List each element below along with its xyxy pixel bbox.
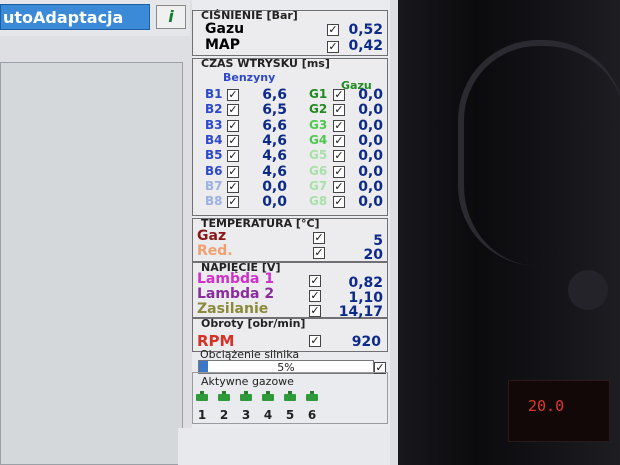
voltage-lambda1-checkbox[interactable]: ✓ [309, 275, 321, 287]
pressure-gas-value: 0,52 [348, 22, 383, 38]
parameters-panel: CIŚNIENIE [Bar] Gazu ✓ 0,52 MAP ✓ 0,42 C… [192, 0, 390, 465]
active-gas-title: Aktywne gazowe [201, 375, 294, 388]
voltage-supply-label: Zasilanie [197, 301, 269, 317]
monitor-bezel-and-dashboard [398, 0, 620, 465]
temperature-reducer-checkbox[interactable]: ✓ [313, 247, 325, 259]
info-icon: i [168, 7, 174, 26]
petrol-injector-checkbox-5[interactable]: ✓ [227, 150, 239, 163]
gas-injector-label-3: G3 [309, 117, 328, 132]
gas-injector-label-5: G5 [309, 148, 328, 163]
gas-injector-value-8: 0,0 [358, 194, 383, 211]
gas-injector-value-6: 0,0 [358, 163, 383, 180]
temperature-gas-checkbox[interactable]: ✓ [313, 232, 325, 244]
petrol-injector-value-2: 6,5 [262, 102, 287, 119]
petrol-injector-value-4: 4,6 [262, 132, 287, 149]
voltage-supply-checkbox[interactable]: ✓ [309, 305, 321, 317]
petrol-injector-value-6: 4,6 [262, 163, 287, 180]
voltage-lambda2-checkbox[interactable]: ✓ [309, 290, 321, 302]
petrol-injector-checkbox-4[interactable]: ✓ [227, 134, 239, 147]
gas-cylinder-number-6: 6 [307, 408, 317, 422]
pressure-map-value: 0,42 [348, 38, 383, 54]
gas-cylinder-number-2: 2 [219, 408, 229, 422]
gas-cylinder-icon-3 [240, 391, 252, 401]
gas-cylinder-icon-1 [196, 391, 208, 401]
pressure-map-checkbox[interactable]: ✓ [327, 41, 339, 53]
left-content-pane [0, 62, 183, 465]
gas-injector-label-4: G4 [309, 132, 328, 147]
gas-injector-value-1: 0,0 [358, 87, 383, 103]
temperature-group: TEMPERATURA [°C] Gaz ✓ 5 Red. ✓ 20 [192, 217, 388, 263]
temperature-reducer-value: 20 [363, 247, 383, 263]
gas-injector-label-2: G2 [309, 102, 328, 117]
gas-cylinder-number-1: 1 [197, 408, 207, 422]
pressure-gas-label: Gazu [205, 21, 245, 37]
gas-injector-value-7: 0,0 [358, 178, 383, 195]
gas-injector-value-2: 0,0 [358, 102, 383, 119]
petrol-injector-checkbox-3[interactable]: ✓ [227, 119, 239, 132]
steering-wheel [458, 40, 620, 266]
petrol-injector-label-7: B7 [205, 178, 223, 193]
voltage-lambda2-label: Lambda 2 [197, 286, 275, 302]
petrol-injector-checkbox-7[interactable]: ✓ [227, 180, 239, 193]
petrol-injector-checkbox-8[interactable]: ✓ [227, 196, 239, 209]
voltage-group: NAPIĘCIE [V] Lambda 1 ✓ 0,82 Lambda 2 ✓ … [192, 261, 388, 320]
petrol-injector-label-5: B5 [205, 148, 223, 163]
gas-cylinder-icon-5 [284, 391, 296, 401]
pressure-map-label: MAP [205, 37, 241, 53]
injection-group: CZAS WTRYSKU [ms] Benzyny Gazu B1 ✓ 6,6 G1 ✓… [192, 57, 388, 216]
gas-injector-label-6: G6 [309, 163, 328, 178]
gas-injector-value-3: 0,0 [358, 117, 383, 134]
top-toolbar: utoAdaptacja i [0, 0, 190, 36]
rpm-group-title: Obroty [obr/min] [201, 317, 306, 330]
help-button[interactable]: i [156, 5, 186, 29]
gas-cylinder-icon-6 [306, 391, 318, 401]
gas-cylinder-icon-2 [218, 391, 230, 401]
gas-injector-label-8: G8 [309, 194, 328, 209]
voltage-lambda1-label: Lambda 1 [197, 271, 275, 287]
petrol-injector-checkbox-1[interactable]: ✓ [227, 89, 239, 101]
dashboard-knob [568, 270, 608, 310]
petrol-injector-value-1: 6,6 [262, 87, 287, 103]
petrol-injector-value-3: 6,6 [262, 117, 287, 134]
gas-cylinder-number-5: 5 [285, 408, 295, 422]
autoadaptation-button[interactable]: utoAdaptacja [0, 4, 150, 30]
petrol-injector-label-4: B4 [205, 132, 223, 147]
petrol-injector-value-8: 0,0 [262, 194, 287, 211]
gas-cylinder-icon-4 [262, 391, 274, 401]
petrol-injector-label-2: B2 [205, 102, 223, 117]
petrol-injector-value-7: 0,0 [262, 178, 287, 195]
pressure-group: CIŚNIENIE [Bar] Gazu ✓ 0,52 MAP ✓ 0,42 [192, 9, 388, 56]
petrol-injector-label-1: B1 [205, 87, 223, 101]
petrol-injector-label-8: B8 [205, 194, 223, 209]
temperature-gas-label: Gaz [197, 228, 227, 244]
petrol-injector-checkbox-2[interactable]: ✓ [227, 104, 239, 117]
gas-injector-value-4: 0,0 [358, 132, 383, 149]
gas-cylinder-number-4: 4 [263, 408, 273, 422]
injection-group-title: CZAS WTRYSKU [ms] [201, 57, 330, 70]
gas-injector-label-7: G7 [309, 178, 328, 193]
temperature-reducer-label: Red. [197, 243, 233, 259]
gas-injector-label-1: G1 [309, 87, 328, 101]
petrol-injector-value-5: 4,6 [262, 148, 287, 165]
gas-injector-value-5: 0,0 [358, 148, 383, 165]
petrol-injector-checkbox-6[interactable]: ✓ [227, 165, 239, 178]
voltage-lambda1-value: 0,82 [348, 275, 383, 291]
petrol-injector-label-6: B6 [205, 163, 223, 178]
diagnostic-screen: utoAdaptacja i CIŚNIENIE [Bar] Gazu ✓ 0,… [0, 0, 398, 465]
injection-petrol-header: Benzyny [223, 71, 276, 84]
dashboard-clock: 20.0 [528, 397, 565, 415]
panel-bottom-area [178, 428, 390, 465]
gas-cylinder-number-3: 3 [241, 408, 251, 422]
pressure-gas-checkbox[interactable]: ✓ [327, 24, 339, 36]
petrol-injector-label-3: B3 [205, 117, 223, 132]
